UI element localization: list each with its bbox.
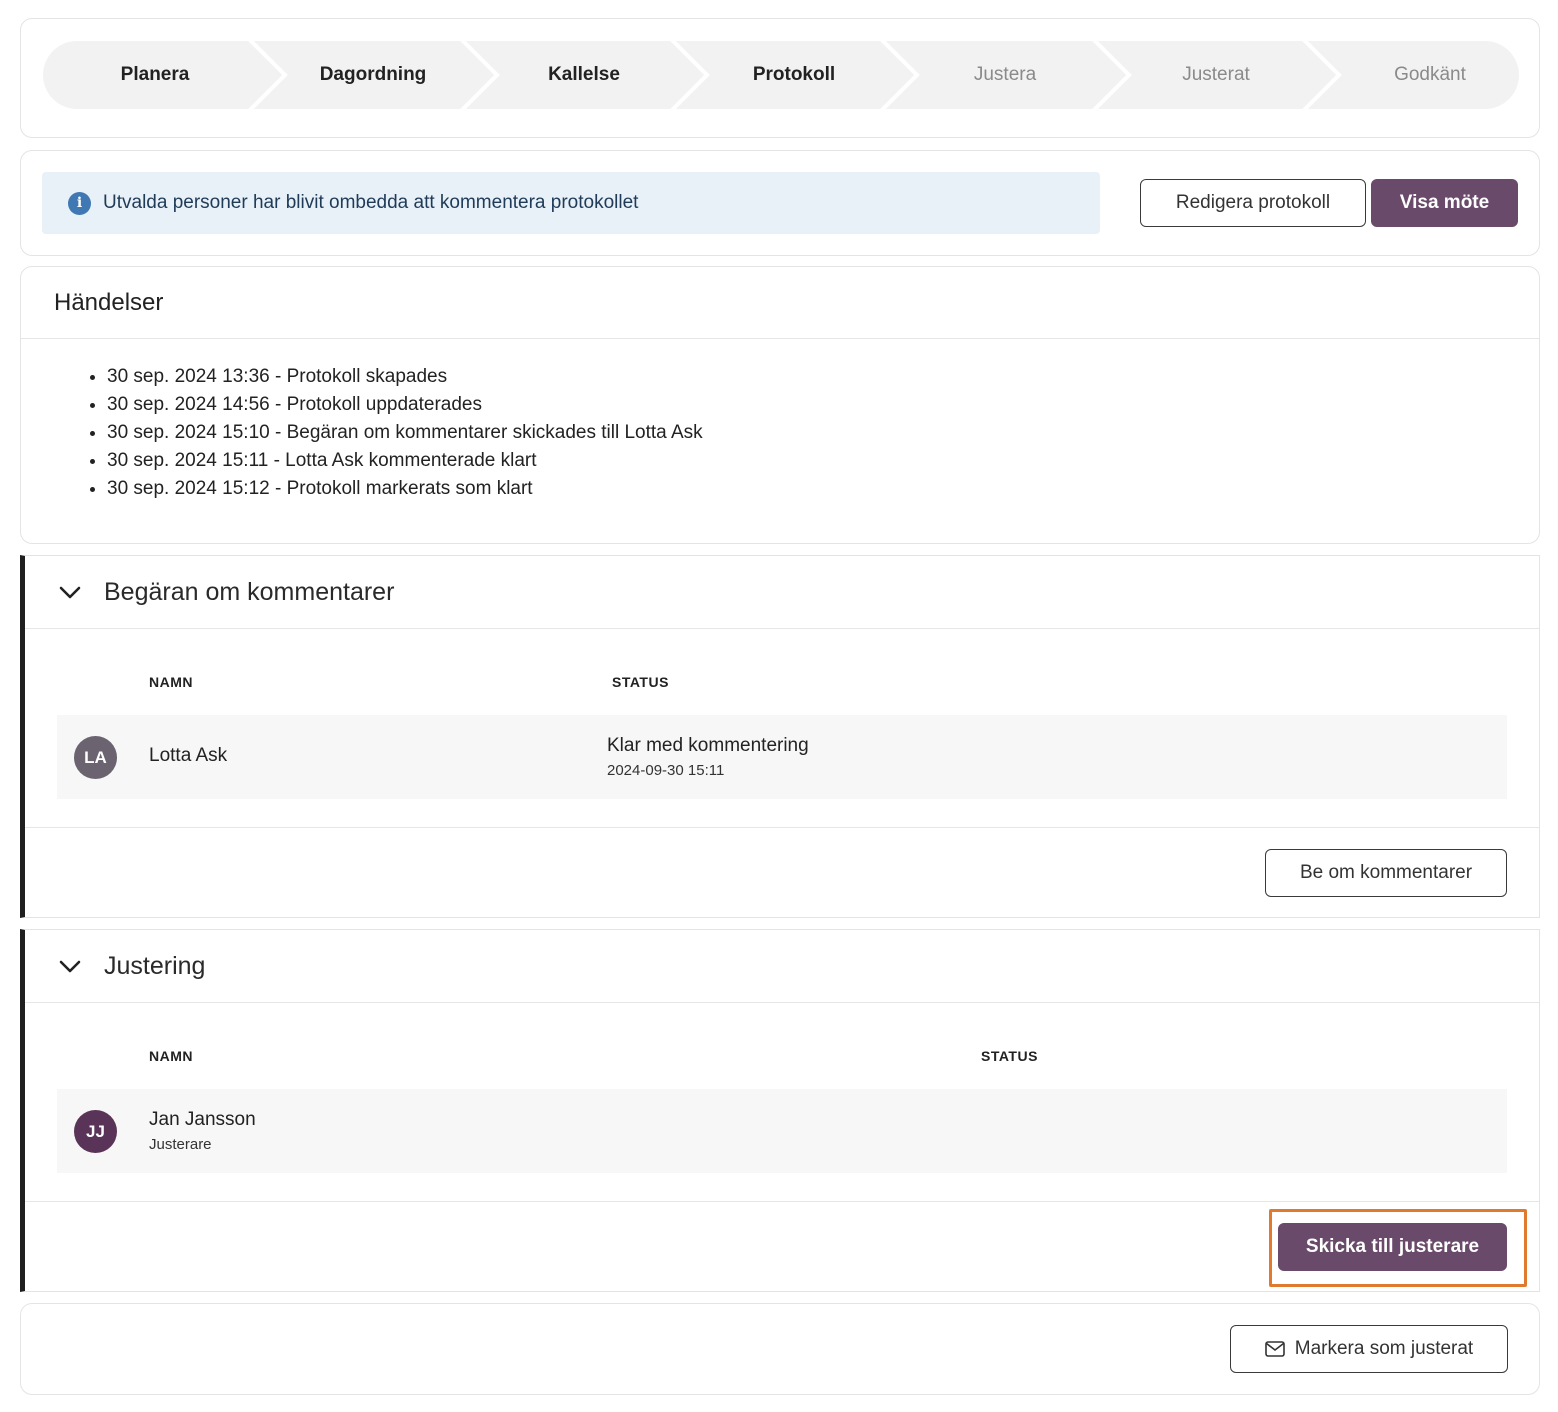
- comments-section: Begäran om kommentarer NAMN STATUS LA Lo…: [20, 555, 1540, 918]
- step-separator-icon: [670, 41, 710, 109]
- chevron-down-icon[interactable]: [56, 952, 84, 980]
- row-name: Lotta Ask: [149, 745, 228, 766]
- column-header-name: NAMN: [149, 1048, 193, 1064]
- column-header-name: NAMN: [149, 674, 193, 690]
- comments-section-header[interactable]: Begäran om kommentarer: [25, 556, 1539, 629]
- table-row: LA Lotta Ask Klar med kommentering 2024-…: [57, 715, 1507, 799]
- status-card: i Utvalda personer har blivit ombedda at…: [20, 150, 1540, 256]
- step-godkant[interactable]: Godkänt: [1321, 41, 1519, 109]
- list-item: 30 sep. 2024 15:11 - Lotta Ask kommenter…: [107, 447, 703, 475]
- info-icon: i: [68, 191, 91, 215]
- row-status-date: 2024-09-30 15:11: [607, 762, 725, 779]
- list-item: 30 sep. 2024 14:56 - Protokoll uppdatera…: [107, 391, 703, 419]
- info-message: Utvalda personer har blivit ombedda att …: [103, 192, 639, 213]
- step-kallelse[interactable]: Kallelse: [479, 41, 689, 109]
- step-separator-icon: [880, 41, 920, 109]
- highlight-box: [1269, 1209, 1527, 1287]
- step-protokoll[interactable]: Protokoll: [689, 41, 899, 109]
- step-separator-icon: [1302, 41, 1342, 109]
- events-card: Händelser 30 sep. 2024 13:36 - Protokoll…: [20, 266, 1540, 544]
- chevron-down-icon[interactable]: [56, 578, 84, 606]
- section-title: Begäran om kommentarer: [104, 577, 395, 606]
- step-dagordning[interactable]: Dagordning: [267, 41, 479, 109]
- step-justerat[interactable]: Justerat: [1111, 41, 1321, 109]
- section-footer: Be om kommentarer: [25, 827, 1539, 918]
- column-header-status: STATUS: [612, 674, 669, 690]
- row-name: Jan Jansson: [149, 1109, 256, 1130]
- mark-as-adjusted-button[interactable]: Markera som justerat: [1230, 1325, 1508, 1373]
- adjust-section: Justering NAMN STATUS JJ Jan Jansson Jus…: [20, 929, 1540, 1292]
- table-row: JJ Jan Jansson Justerare: [57, 1089, 1507, 1173]
- row-role: Justerare: [149, 1136, 212, 1153]
- list-item: 30 sep. 2024 13:36 - Protokoll skapades: [107, 363, 703, 391]
- row-status: Klar med kommentering: [607, 735, 809, 756]
- workflow-stepper-card: Planera Dagordning Kallelse Protokoll Ju…: [20, 18, 1540, 138]
- section-title: Justering: [104, 951, 206, 980]
- list-item: 30 sep. 2024 15:12 - Protokoll markerats…: [107, 475, 703, 503]
- events-list: 30 sep. 2024 13:36 - Protokoll skapades …: [87, 363, 703, 503]
- step-planera[interactable]: Planera: [43, 41, 267, 109]
- column-header-status: STATUS: [981, 1048, 1038, 1064]
- request-comments-button[interactable]: Be om kommentarer: [1265, 849, 1507, 897]
- step-justera[interactable]: Justera: [899, 41, 1111, 109]
- info-banner: i Utvalda personer har blivit ombedda at…: [42, 172, 1100, 234]
- adjust-section-header[interactable]: Justering: [25, 930, 1539, 1003]
- edit-protocol-button[interactable]: Redigera protokoll: [1140, 179, 1366, 227]
- step-separator-icon: [460, 41, 500, 109]
- step-separator-icon: [1092, 41, 1132, 109]
- avatar: JJ: [74, 1110, 117, 1153]
- workflow-stepper: Planera Dagordning Kallelse Protokoll Ju…: [43, 41, 1519, 109]
- avatar: LA: [74, 736, 117, 779]
- mark-as-adjusted-label: Markera som justerat: [1294, 1338, 1474, 1359]
- view-meeting-button[interactable]: Visa möte: [1371, 179, 1518, 227]
- step-separator-icon: [248, 41, 288, 109]
- events-title: Händelser: [21, 267, 1539, 339]
- mail-icon: [1264, 1341, 1285, 1357]
- list-item: 30 sep. 2024 15:10 - Begäran om kommenta…: [107, 419, 703, 447]
- bottom-card: Markera som justerat: [20, 1303, 1540, 1395]
